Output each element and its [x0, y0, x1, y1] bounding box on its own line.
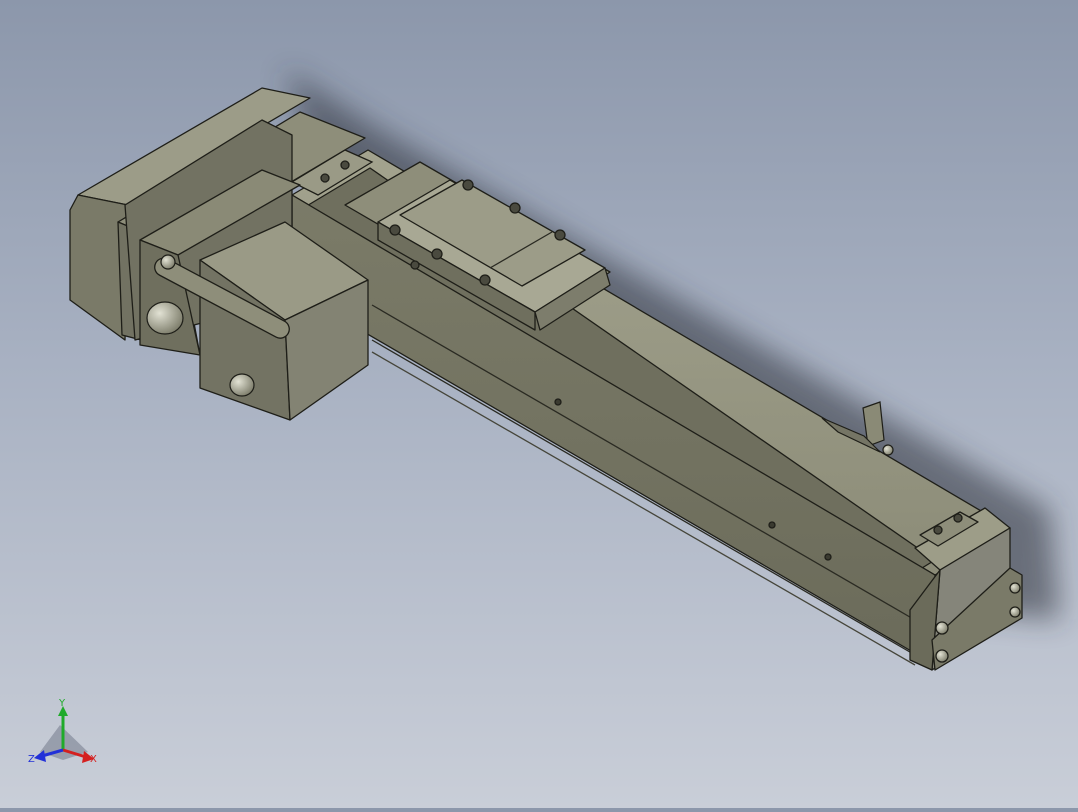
triad-y-label: Y	[58, 698, 66, 709]
model-canvas[interactable]: Y X Z	[0, 0, 1078, 808]
carriage-screw	[479, 274, 491, 286]
mount-hole	[824, 553, 832, 561]
end-bolt	[935, 649, 949, 663]
motor-housing[interactable]	[69, 87, 369, 421]
end-bolt	[935, 621, 949, 635]
end-block[interactable]	[909, 507, 1023, 671]
cap-screw	[933, 525, 943, 535]
gearbox-shaft-knob	[229, 373, 255, 397]
graphics-viewport[interactable]: Y X Z	[0, 0, 1078, 808]
end-bolt	[1009, 606, 1021, 618]
carriage-screw	[431, 248, 443, 260]
triad-z-arrow-icon	[34, 750, 46, 762]
mount-hole	[768, 521, 776, 529]
triad-z-label: Z	[28, 754, 35, 765]
carriage-screw	[554, 229, 566, 241]
sensor-screw	[882, 444, 894, 456]
carriage-screw	[389, 224, 401, 236]
end-bolt	[1009, 582, 1021, 594]
cap-screw	[340, 160, 350, 170]
guide-rod-end	[160, 254, 176, 270]
cap-screw	[953, 513, 963, 523]
carriage-screw	[509, 202, 521, 214]
carriage-screw	[410, 260, 420, 270]
carriage-screw	[462, 179, 474, 191]
mount-hole	[554, 398, 562, 406]
view-triad[interactable]: Y X Z	[28, 698, 97, 765]
motor-shaft-knob	[146, 301, 184, 335]
cap-screw	[320, 173, 330, 183]
triad-x-label: X	[90, 754, 97, 765]
